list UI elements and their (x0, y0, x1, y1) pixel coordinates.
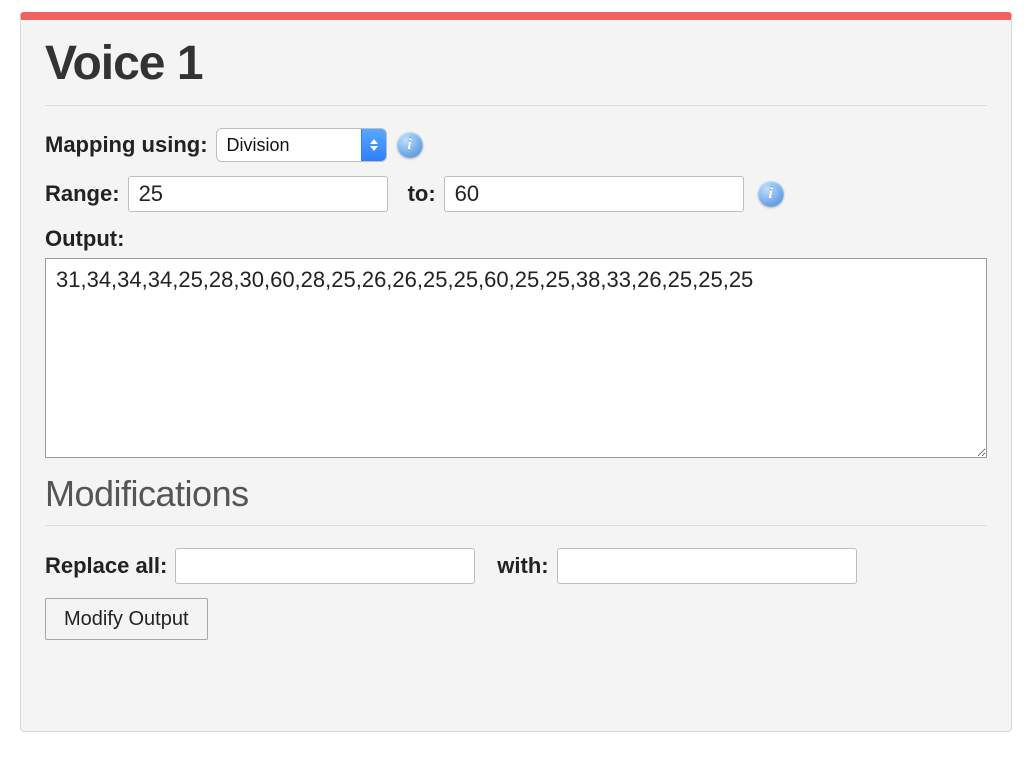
mapping-select-value: Division (217, 129, 361, 161)
info-glyph: i (407, 137, 411, 153)
mapping-label: Mapping using: (45, 132, 208, 158)
output-label-row: Output: (45, 226, 987, 252)
replace-all-input[interactable] (175, 548, 475, 584)
info-glyph: i (768, 186, 772, 202)
range-to-label: to: (408, 181, 436, 207)
modify-output-button[interactable]: Modify Output (45, 598, 208, 640)
with-label: with: (497, 553, 548, 579)
replace-all-label: Replace all: (45, 553, 167, 579)
replace-row: Replace all: with: (45, 548, 987, 584)
modifications-divider (45, 525, 987, 526)
range-row: Range: to: i (45, 176, 987, 212)
title-divider (45, 105, 987, 106)
info-icon[interactable]: i (397, 132, 423, 158)
range-label: Range: (45, 181, 120, 207)
mapping-select[interactable]: Division (216, 128, 387, 162)
modify-button-row: Modify Output (45, 598, 987, 640)
range-from-input[interactable] (128, 176, 388, 212)
replace-with-input[interactable] (557, 548, 857, 584)
info-icon[interactable]: i (758, 181, 784, 207)
voice-panel: Voice 1 Mapping using: Division i Range:… (20, 12, 1012, 732)
mapping-row: Mapping using: Division i (45, 128, 987, 162)
page-title: Voice 1 (45, 36, 987, 91)
output-textarea[interactable] (45, 258, 987, 458)
modifications-title: Modifications (45, 473, 987, 515)
range-to-input[interactable] (444, 176, 744, 212)
output-label: Output: (45, 226, 124, 252)
chevron-updown-icon (361, 129, 386, 161)
